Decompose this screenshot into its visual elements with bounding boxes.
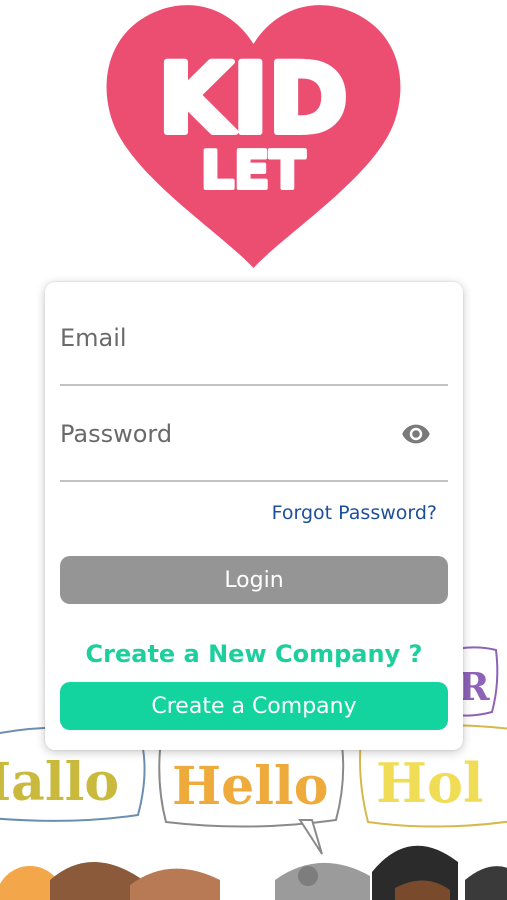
greeting-hello: Hello [172, 756, 328, 817]
eye-icon[interactable] [400, 418, 432, 450]
email-field [60, 306, 448, 386]
create-company-button[interactable]: Create a Company [60, 682, 448, 730]
kids-heads [0, 845, 507, 900]
logo-text-let: LET [201, 141, 306, 201]
kidlet-logo: KID LET [100, 0, 407, 272]
greeting-hol: Hol [376, 751, 484, 815]
password-input[interactable] [60, 416, 390, 452]
greeting-hallo: Hallo [0, 752, 119, 813]
login-card: Forgot Password? Login Create a New Comp… [45, 282, 463, 750]
logo-text-kid: KID [158, 43, 348, 155]
email-input[interactable] [60, 320, 390, 356]
password-field [60, 402, 448, 482]
create-company-heading: Create a New Company ? [85, 640, 423, 668]
forgot-password-link[interactable]: Forgot Password? [272, 502, 437, 524]
login-button[interactable]: Login [60, 556, 448, 604]
